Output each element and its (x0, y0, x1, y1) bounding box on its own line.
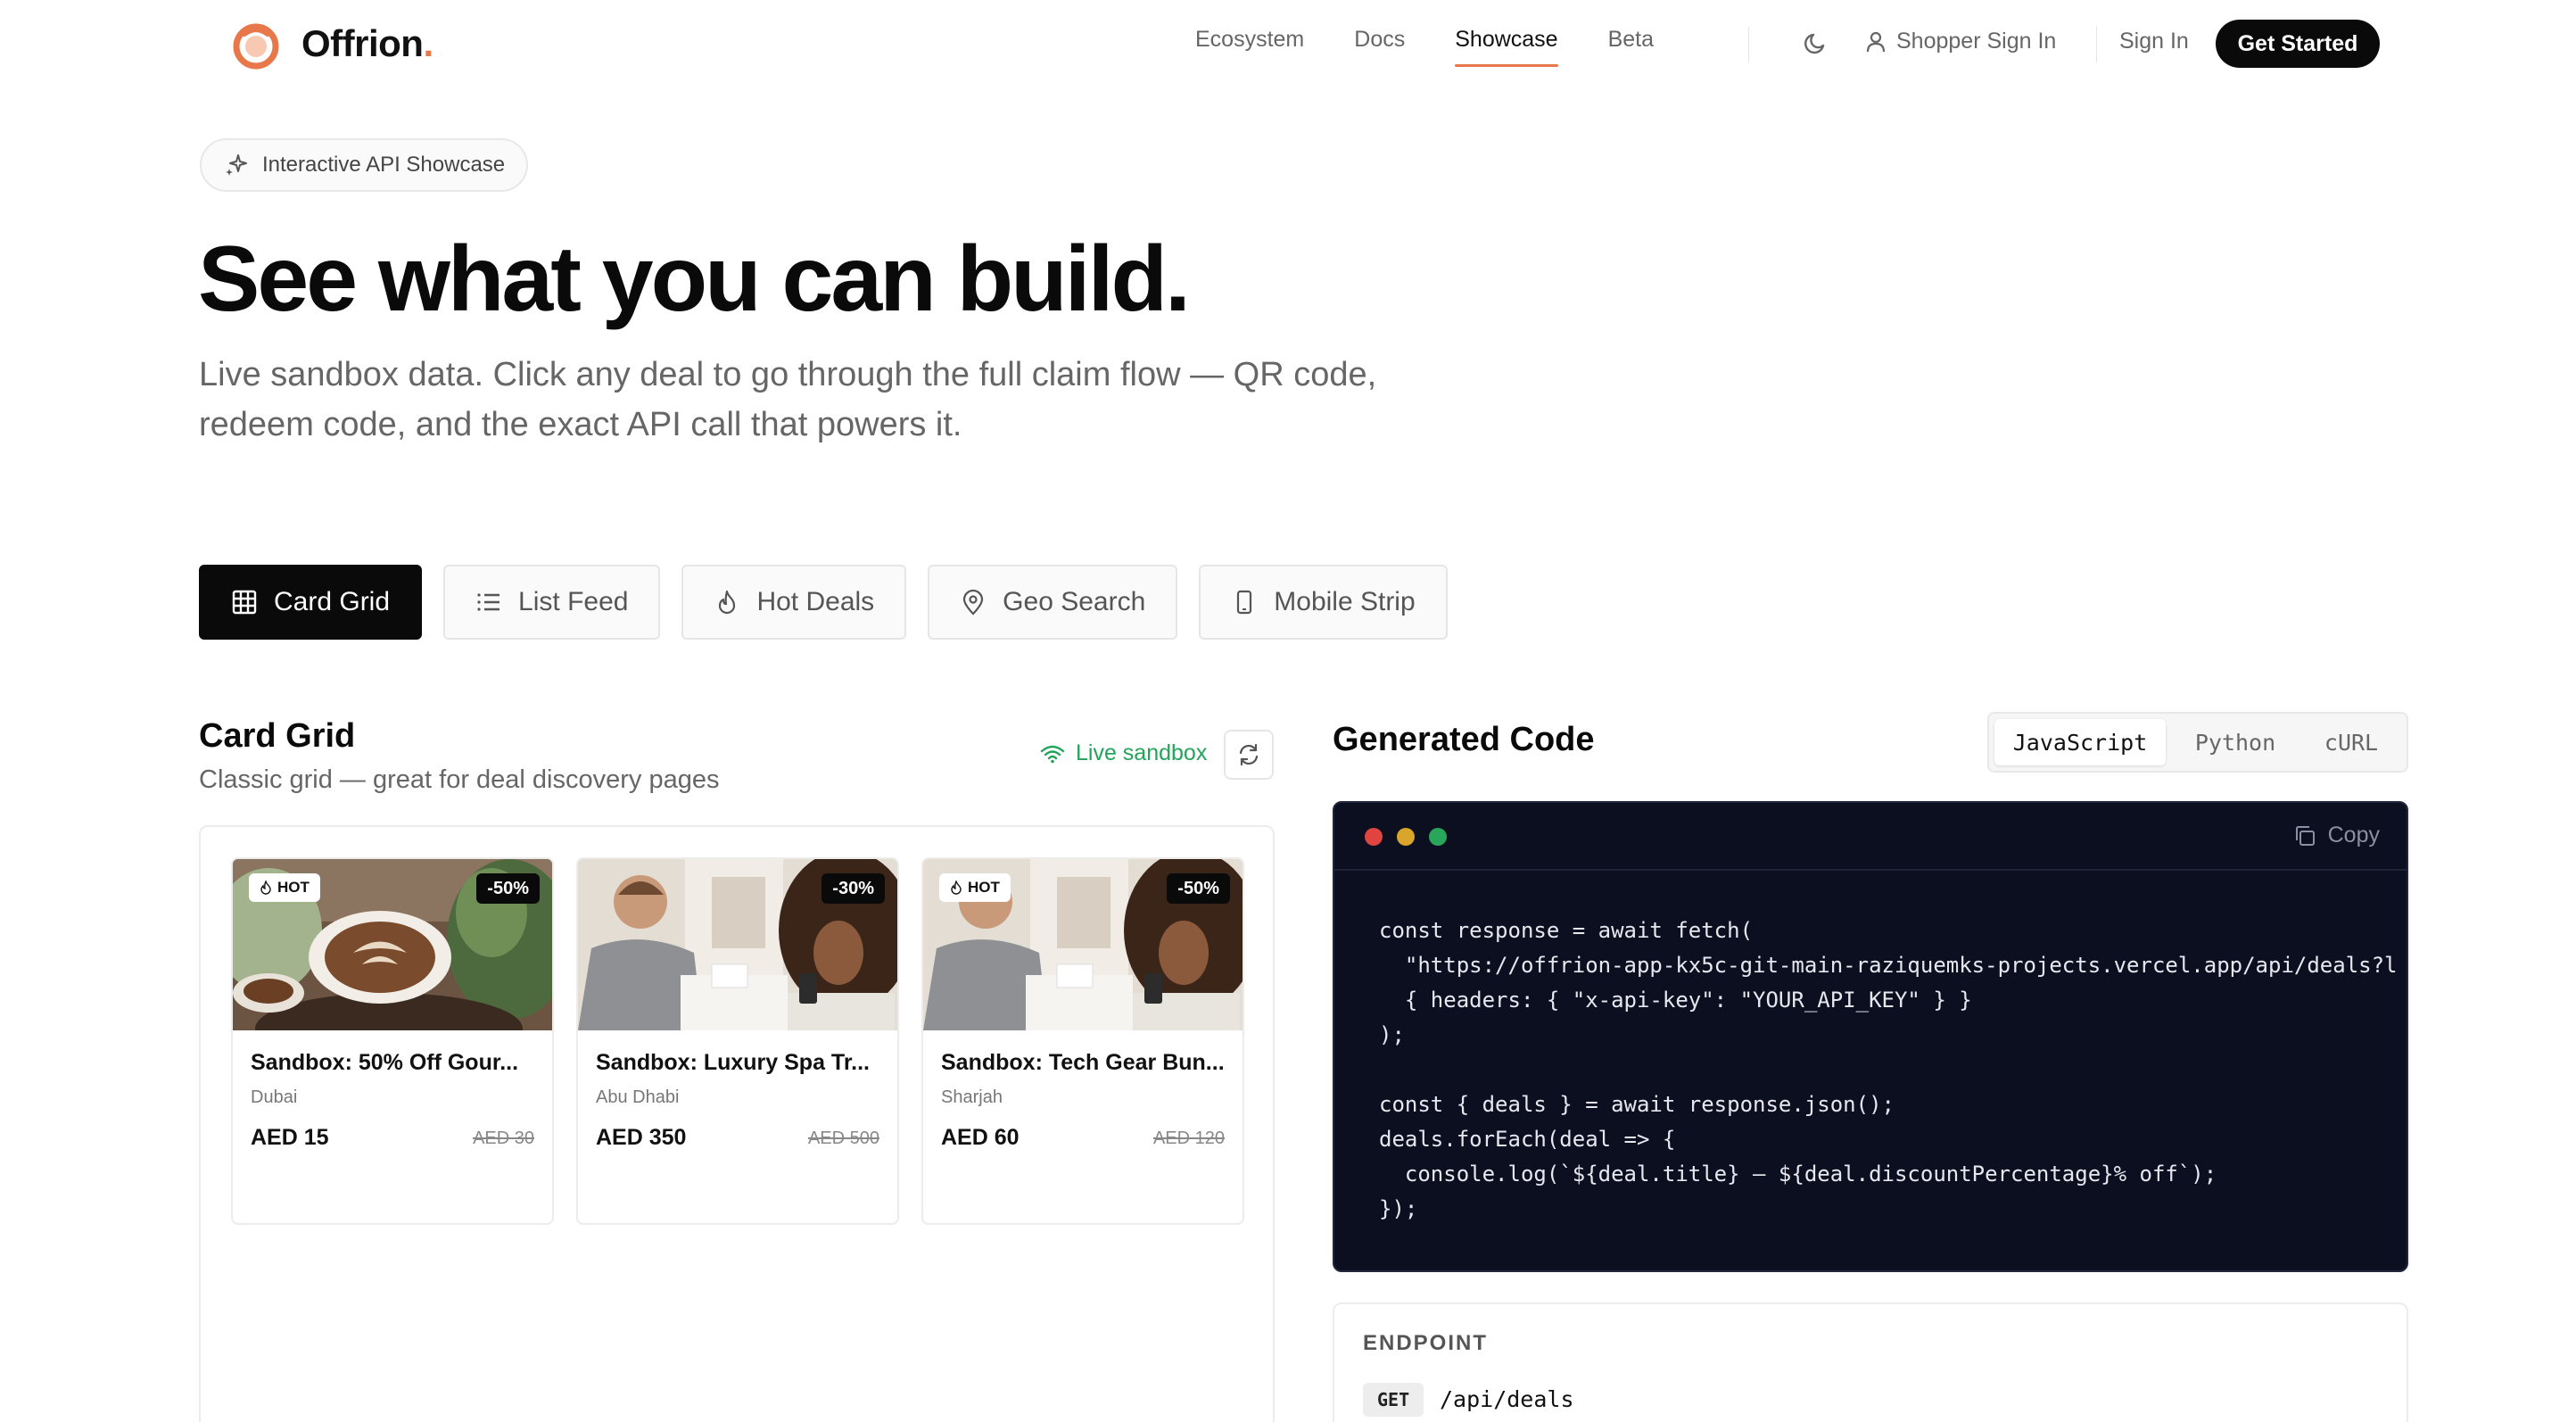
code-line: const response = await fetch( (1379, 918, 1754, 943)
refresh-icon (1239, 743, 1259, 766)
code-window-bar: Copy (1334, 803, 2407, 871)
code-line: console.log(`${deal.title} — ${deal.disc… (1379, 1162, 2217, 1186)
nav-divider (1748, 27, 1749, 62)
deal-title: Sandbox: Tech Gear Bun... (941, 1050, 1225, 1075)
discount-badge: -30% (822, 873, 885, 904)
sign-in-link[interactable]: Sign In (2119, 29, 2189, 54)
deal-city: Abu Dhabi (596, 1087, 680, 1107)
code-block: const response = await fetch( "https://o… (1379, 914, 2398, 1227)
endpoint-path: /api/deals (1440, 1386, 1574, 1412)
endpoint-panel: ENDPOINT GET /api/deals (1333, 1302, 2408, 1422)
lang-tab-python[interactable]: Python (2173, 719, 2298, 765)
deal-title: Sandbox: Luxury Spa Tr... (596, 1050, 871, 1075)
window-dot-yellow (1397, 828, 1415, 846)
nav-link-ecosystem[interactable]: Ecosystem (1195, 27, 1304, 67)
deal-price: AED 350 (596, 1125, 687, 1150)
tab-label: Geo Search (1003, 587, 1146, 616)
flame-icon (260, 880, 271, 895)
http-method-badge: GET (1363, 1383, 1424, 1417)
copy-icon (2295, 825, 2315, 846)
tab-card-grid[interactable]: Card Grid (199, 565, 423, 640)
tab-list-feed[interactable]: List Feed (443, 565, 661, 640)
tab-label: Card Grid (274, 587, 391, 616)
top-nav: Offrion. Ecosystem Docs Showcase Beta Sh… (0, 0, 2576, 86)
lang-tab-curl[interactable]: cURL (2303, 719, 2399, 765)
panel-title: Card Grid (199, 717, 356, 755)
discount-badge: -50% (1167, 873, 1230, 904)
deal-title: Sandbox: 50% Off Gour... (251, 1050, 519, 1075)
nav-links: Ecosystem Docs Showcase Beta (1195, 27, 1654, 67)
deal-card[interactable]: -30% Sandbox: Luxury Spa Tr... Abu Dhabi… (576, 857, 899, 1225)
brand-logo[interactable]: Offrion. (230, 18, 433, 70)
code-line: deals.forEach(deal => { (1379, 1127, 1676, 1152)
view-tabs: Card Grid List Feed Hot Deals Geo Search… (199, 565, 1448, 640)
code-line: { headers: { "x-api-key": "YOUR_API_KEY"… (1379, 988, 1972, 1013)
map-pin-icon (963, 589, 984, 616)
shopper-sign-in-link[interactable]: Shopper Sign In (1864, 29, 2056, 54)
endpoint-label: ENDPOINT (1363, 1331, 1489, 1355)
nav-link-beta[interactable]: Beta (1608, 27, 1654, 67)
offrion-logo-icon (233, 23, 279, 70)
code-line: "https://offrion-app-kx5c-git-main-raziq… (1379, 953, 2398, 978)
brand-name: Offrion. (301, 22, 433, 64)
tab-label: Mobile Strip (1274, 587, 1416, 616)
deal-price: AED 15 (251, 1125, 329, 1150)
user-icon (1866, 31, 1886, 52)
discount-badge: -50% (476, 873, 540, 904)
code-line: const { deals } = await response.json(); (1379, 1092, 1895, 1117)
window-dot-red (1365, 828, 1383, 846)
nav-divider (2096, 27, 2097, 62)
hot-badge: HOT (249, 873, 320, 902)
copy-button[interactable]: Copy (2292, 823, 2380, 848)
hot-badge: HOT (939, 873, 1011, 902)
wifi-icon (1040, 745, 1065, 763)
copy-label: Copy (2327, 823, 2380, 847)
generated-code-title: Generated Code (1333, 721, 1595, 758)
tab-geo-search[interactable]: Geo Search (928, 565, 1178, 640)
tab-hot-deals[interactable]: Hot Deals (681, 565, 907, 640)
moon-icon[interactable] (1802, 29, 1830, 57)
code-line: }); (1379, 1196, 1418, 1221)
shopper-sign-in-label: Shopper Sign In (1896, 29, 2057, 54)
refresh-button[interactable] (1224, 730, 1274, 780)
showcase-badge: Interactive API Showcase (200, 138, 529, 192)
tab-mobile-strip[interactable]: Mobile Strip (1199, 565, 1448, 640)
deal-original-price: AED 500 (807, 1129, 879, 1148)
sparkles-icon (226, 154, 247, 176)
deal-original-price: AED 30 (473, 1129, 534, 1148)
panel-subtitle: Classic grid — great for deal discovery … (199, 765, 720, 794)
deal-price: AED 60 (941, 1125, 1020, 1150)
tab-label: Hot Deals (756, 587, 875, 616)
deal-city: Dubai (251, 1087, 298, 1107)
window-dot-green (1429, 828, 1447, 846)
grid-icon (232, 590, 257, 615)
tab-label: List Feed (518, 587, 629, 616)
deal-city: Sharjah (941, 1087, 1003, 1107)
code-line: ); (1379, 1022, 1405, 1047)
deal-card[interactable]: HOT -50% Sandbox: 50% Off Gour... Dubai … (231, 857, 554, 1225)
page-title: See what you can build. (198, 227, 1191, 331)
code-window: Copy const response = await fetch( "http… (1333, 801, 2408, 1272)
badge-label: Interactive API Showcase (262, 153, 506, 177)
get-started-button[interactable]: Get Started (2216, 20, 2380, 68)
deal-card[interactable]: HOT -50% Sandbox: Tech Gear Bun... Sharj… (921, 857, 1244, 1225)
flame-icon (719, 590, 736, 615)
live-sandbox-label: Live sandbox (1076, 740, 1208, 765)
deal-card-grid: HOT -50% Sandbox: 50% Off Gour... Dubai … (199, 825, 1275, 1422)
deal-original-price: AED 120 (1152, 1129, 1225, 1148)
mobile-icon (1237, 590, 1252, 615)
language-selector: JavaScript Python cURL (1987, 712, 2408, 773)
list-icon (477, 593, 500, 611)
flame-icon (951, 880, 962, 895)
live-sandbox-status: Live sandbox (1040, 740, 1207, 766)
nav-link-docs[interactable]: Docs (1354, 27, 1405, 67)
nav-link-showcase[interactable]: Showcase (1455, 27, 1558, 67)
page-subtitle: Live sandbox data. Click any deal to go … (199, 356, 1377, 443)
lang-tab-javascript[interactable]: JavaScript (1994, 719, 2166, 765)
